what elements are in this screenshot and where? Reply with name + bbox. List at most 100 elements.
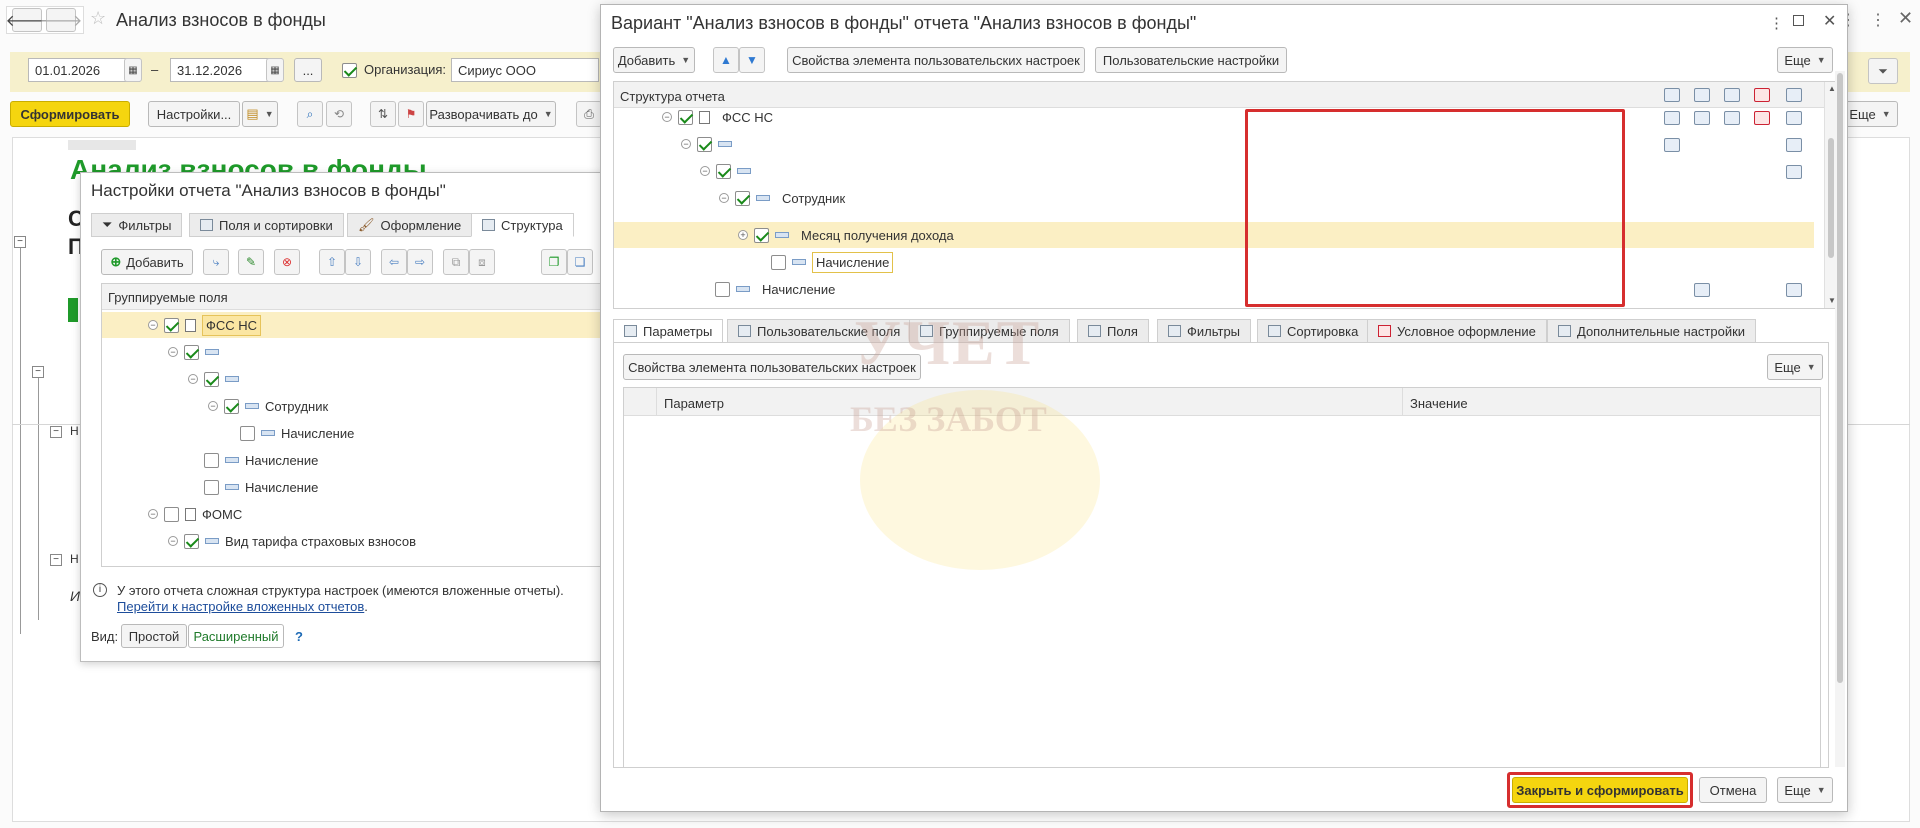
settings-add-button[interactable]: ⊕ Добавить — [101, 249, 193, 275]
settings-paste-button[interactable]: ❏ — [567, 249, 593, 275]
user-settings-button[interactable]: Пользовательские настройки — [1095, 47, 1287, 73]
structure-row[interactable]: − — [681, 133, 732, 155]
param-props-button[interactable]: Свойства элемента пользовательских настр… — [623, 354, 921, 380]
view-simple-button[interactable]: Простой — [121, 624, 187, 648]
calendar-from-button[interactable]: ▦ — [124, 58, 142, 82]
generate-button[interactable]: Сформировать — [10, 101, 130, 127]
tree-row[interactable]: Начисление — [204, 449, 318, 471]
view-extended-button[interactable]: Расширенный — [188, 624, 284, 648]
settings-tab-fields[interactable]: Поля и сортировки — [189, 213, 344, 237]
user-settings-props-button[interactable]: Свойства элемента пользовательских настр… — [787, 47, 1085, 73]
tree-checkbox[interactable] — [678, 109, 693, 125]
expand-to-button[interactable]: Разворачивать до ▼ — [426, 101, 556, 127]
variant-tab-conditional[interactable]: Условное оформление — [1367, 319, 1547, 343]
row-fields-icon[interactable] — [1694, 111, 1710, 125]
calendar-to-button[interactable]: ▦ — [266, 58, 284, 82]
settings-edit-button[interactable]: ✎ — [238, 249, 264, 275]
param-more-button[interactable]: Еще ▼ — [1767, 354, 1823, 380]
row-settings-icon[interactable] — [1786, 283, 1802, 297]
settings-move-up-button[interactable]: ⇧ — [319, 249, 345, 275]
variant-more-button[interactable]: Еще ▼ — [1777, 47, 1833, 73]
tree-row[interactable]: − — [188, 368, 239, 390]
settings-tab-structure[interactable]: Структура — [471, 213, 574, 237]
tree-checkbox[interactable] — [224, 398, 239, 414]
tree-checkbox[interactable] — [735, 190, 750, 206]
tree-row[interactable]: − Вид тарифа страховых взносов — [168, 530, 416, 552]
group-collapse-toggle[interactable]: − — [50, 554, 62, 566]
search-button[interactable]: ⌕ — [297, 101, 323, 127]
structure-row[interactable]: − Сотрудник — [719, 187, 845, 209]
tree-row[interactable]: − ФСС НС — [148, 314, 262, 336]
group-collapse-toggle[interactable]: − — [50, 426, 62, 438]
variant-tab-additional[interactable]: Дополнительные настройки — [1547, 319, 1757, 343]
variants-button[interactable]: ▤ ▼ — [242, 101, 278, 127]
tree-checkbox[interactable] — [771, 254, 786, 270]
star-icon[interactable]: ☆ — [90, 8, 106, 29]
structure-row-selected[interactable]: + Месяц получения дохода — [738, 224, 954, 246]
tree-checkbox[interactable] — [204, 452, 219, 468]
tree-checkbox[interactable] — [204, 479, 219, 495]
cancel-button[interactable]: Отмена — [1699, 777, 1767, 803]
structure-row[interactable]: − ФСС НС — [662, 106, 773, 128]
settings-delete-button[interactable]: ⊗ — [274, 249, 300, 275]
row-conditional-icon[interactable] — [1754, 111, 1770, 125]
variant-add-button[interactable]: Добавить ▼ — [613, 47, 695, 73]
search-clear-button[interactable]: ⟲ — [326, 101, 352, 127]
settings-tab-filters[interactable]: ⏷ Фильтры — [91, 213, 183, 237]
row-groupings-icon[interactable] — [1664, 138, 1680, 152]
menu-icon[interactable]: ⋮ — [1769, 14, 1784, 32]
collapse-toggle[interactable]: − — [681, 139, 691, 149]
scroll-thumb[interactable] — [1828, 138, 1834, 258]
dialog-scroll-thumb[interactable] — [1837, 73, 1843, 683]
forward-button[interactable]: 🡒 — [40, 8, 82, 32]
close-icon[interactable]: ✕ — [1823, 11, 1836, 31]
row-groupings-icon[interactable] — [1664, 111, 1680, 125]
settings-level-down-button[interactable]: ⇨ — [407, 249, 433, 275]
settings-move-down-button[interactable]: ⇩ — [345, 249, 371, 275]
group-collapse-toggle[interactable]: − — [14, 236, 26, 248]
col-groupings-icon[interactable] — [1664, 88, 1680, 102]
group-collapse-toggle[interactable]: − — [32, 366, 44, 378]
variant-tab-fields[interactable]: Поля — [1077, 319, 1149, 343]
col-conditional-icon[interactable] — [1754, 88, 1770, 102]
variant-tab-user-fields[interactable]: Пользовательские поля — [727, 319, 912, 343]
settings-group-button[interactable]: ⧉ — [443, 249, 469, 275]
tree-checkbox[interactable] — [754, 227, 769, 243]
collapse-toggle[interactable]: − — [148, 509, 158, 519]
sort-button[interactable]: ⇅ — [370, 101, 396, 127]
settings-level-up-button[interactable]: ⇦ — [381, 249, 407, 275]
settings-tab-appearance[interactable]: 🖌 Оформление — [347, 213, 473, 237]
org-input[interactable]: Сириус ООО — [451, 58, 599, 82]
row-settings-icon[interactable] — [1786, 111, 1802, 125]
main-more-button[interactable]: Еще ▼ — [1842, 101, 1898, 127]
collapse-toggle[interactable]: − — [208, 401, 218, 411]
tree-row[interactable]: Начисление — [204, 476, 318, 498]
row-sort-icon[interactable] — [1724, 111, 1740, 125]
tree-checkbox[interactable] — [697, 136, 712, 152]
tree-checkbox[interactable] — [204, 371, 219, 387]
settings-copy-button[interactable]: ❐ — [541, 249, 567, 275]
footer-more-button[interactable]: Еще ▼ — [1777, 777, 1833, 803]
tree-row[interactable]: − — [168, 341, 219, 363]
expand-toggle[interactable]: + — [738, 230, 748, 240]
variant-tab-group-fields[interactable]: Группируемые поля — [909, 319, 1070, 343]
tree-checkbox[interactable] — [240, 425, 255, 441]
close-and-generate-button[interactable]: Закрыть и сформировать — [1512, 777, 1688, 803]
structure-row[interactable]: Начисление — [771, 251, 894, 273]
structure-row[interactable]: − — [700, 160, 751, 182]
settings-ungroup-button[interactable]: ⧈ — [469, 249, 495, 275]
col-sort-icon[interactable] — [1724, 88, 1740, 102]
close-icon[interactable]: ✕ — [1898, 8, 1913, 29]
back-button[interactable]: 🡐 — [6, 8, 48, 32]
tree-row[interactable]: − ФОМС — [148, 503, 242, 525]
variant-move-down-button[interactable]: ▼ — [739, 47, 765, 73]
help-link[interactable]: ? — [295, 629, 303, 644]
dialog-scrollbar[interactable] — [1835, 71, 1845, 767]
filter-icon-button[interactable]: ⏷ — [1868, 58, 1898, 84]
tree-row[interactable]: − Сотрудник — [208, 395, 328, 417]
variant-tab-parameters[interactable]: Параметры — [613, 319, 724, 343]
tree-checkbox[interactable] — [184, 344, 199, 360]
settings-button[interactable]: Настройки... — [148, 101, 240, 127]
row-fields-icon[interactable] — [1694, 283, 1710, 297]
collapse-toggle[interactable]: − — [700, 166, 710, 176]
